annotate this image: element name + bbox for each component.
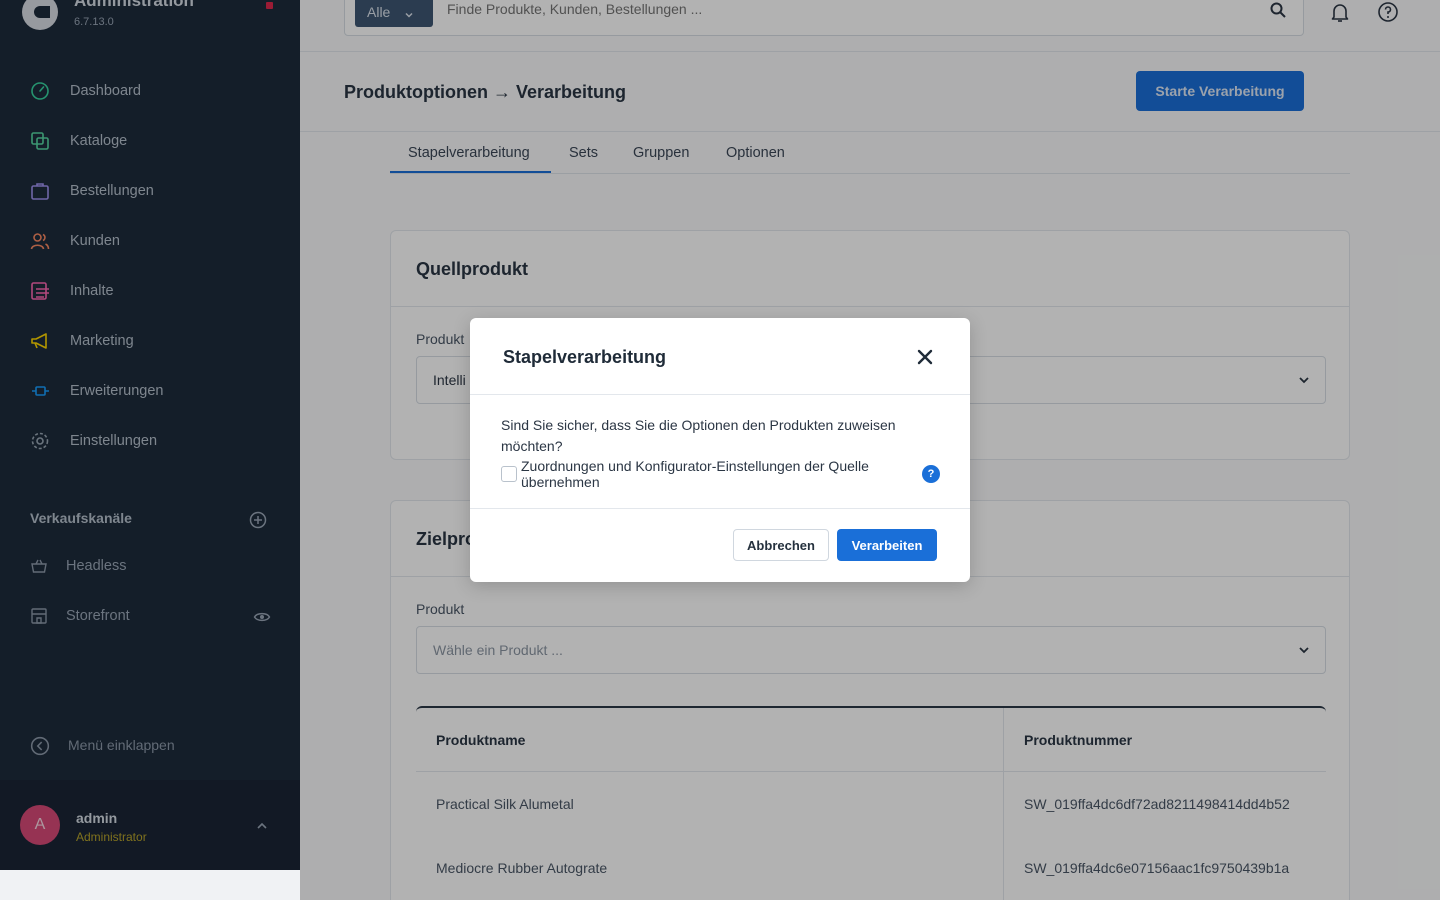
modal-message: Sind Sie sicher, dass Sie die Optionen d… bbox=[501, 417, 896, 454]
process-button[interactable]: Verarbeiten bbox=[837, 529, 937, 561]
backdrop-strip bbox=[0, 870, 300, 900]
inherit-settings-checkbox[interactable] bbox=[501, 466, 517, 482]
batch-processing-modal: Stapelverarbeitung Sind Sie sicher, dass… bbox=[470, 318, 970, 582]
close-icon[interactable] bbox=[916, 348, 934, 366]
modal-title: Stapelverarbeitung bbox=[503, 347, 667, 367]
cancel-button[interactable]: Abbrechen bbox=[733, 529, 829, 561]
info-icon[interactable]: ? bbox=[922, 465, 940, 483]
inherit-settings-label[interactable]: Zuordnungen und Konfigurator-Einstellung… bbox=[521, 458, 901, 490]
